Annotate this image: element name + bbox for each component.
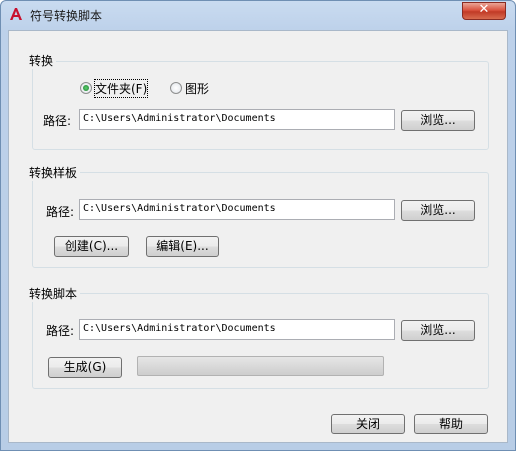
- convert-group-label: 转换: [26, 52, 57, 69]
- close-window-button[interactable]: ✕: [462, 2, 506, 20]
- drawing-radio[interactable]: [170, 82, 182, 94]
- template-path-input[interactable]: C:\Users\Administrator\Documents: [79, 199, 395, 220]
- close-icon: ✕: [478, 2, 490, 17]
- title-bar[interactable]: 符号转换脚本 ✕: [1, 1, 515, 29]
- folder-radio-label[interactable]: 文件夹(F): [93, 79, 149, 98]
- edit-template-button[interactable]: 编辑(E)...: [146, 236, 219, 257]
- script-path-label: 路径:: [46, 324, 75, 338]
- drawing-radio-label[interactable]: 图形: [185, 80, 209, 97]
- close-button[interactable]: 关闭: [331, 414, 405, 434]
- template-group-label: 转换样板: [26, 164, 81, 181]
- convert-path-input[interactable]: C:\Users\Administrator\Documents: [79, 109, 395, 130]
- convert-path-label: 路径:: [43, 114, 72, 128]
- convert-group: [32, 61, 489, 150]
- script-path-input[interactable]: C:\Users\Administrator\Documents: [79, 319, 395, 340]
- script-group-label: 转换脚本: [26, 285, 81, 302]
- create-template-button[interactable]: 创建(C)...: [54, 236, 129, 257]
- window-title: 符号转换脚本: [30, 9, 103, 23]
- convert-browse-button[interactable]: 浏览...: [401, 110, 475, 131]
- script-browse-button[interactable]: 浏览...: [401, 320, 475, 341]
- template-path-label: 路径:: [46, 205, 75, 219]
- help-button[interactable]: 帮助: [414, 414, 488, 434]
- dialog-body: 转换 文件夹(F) 图形 路径: C:\Users\Administrator\…: [8, 30, 508, 443]
- template-browse-button[interactable]: 浏览...: [401, 200, 475, 221]
- dialog-window: 符号转换脚本 ✕ 转换 文件夹(F) 图形 路径: C:\Users\Admin…: [0, 0, 516, 451]
- generate-button[interactable]: 生成(G): [48, 357, 122, 378]
- autocad-logo-icon: [10, 8, 22, 20]
- folder-radio[interactable]: [80, 82, 92, 94]
- generate-progress-bar: [137, 356, 384, 376]
